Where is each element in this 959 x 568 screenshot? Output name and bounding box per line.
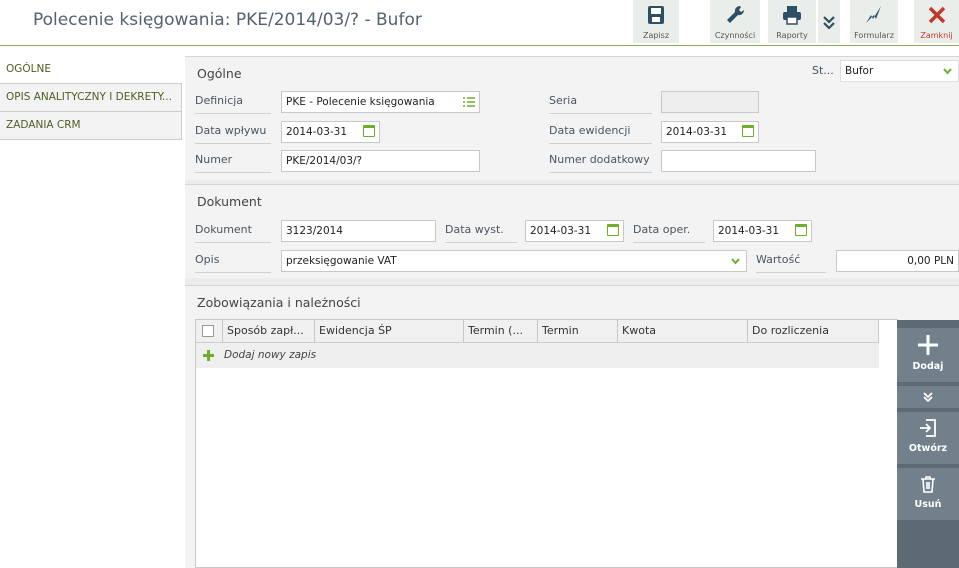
data-oper-value: 2014-03-31 [718,225,780,237]
save-icon [648,6,664,24]
opis-value: przeksięgowanie VAT [286,255,397,267]
actions-label: Czynności [714,31,756,40]
data-wplywu-label: Data wpływu [195,120,271,144]
more-actions-button[interactable] [818,0,840,43]
data-wyst-value: 2014-03-31 [530,225,592,237]
calendar-icon[interactable] [795,224,807,236]
list-icon [463,97,475,107]
column-header[interactable]: Ewidencja ŚP [315,320,464,342]
document-panel: Dokument Dokument 3123/2014 Data wyst. 2… [185,184,959,278]
data-ewidencji-value: 2014-03-31 [666,126,728,138]
main-content: Ogólne St... Bufor Definicja PKE - Polec… [185,56,959,568]
add-label: Dodaj [912,361,944,372]
sidebar-item-analytics[interactable]: OPIS ANALITYCZNY I DEKRETY... [0,84,182,112]
add-new-row[interactable]: Dodaj nowy zapis [196,343,879,368]
select-all-column[interactable] [196,320,223,342]
data-wplywu-field[interactable]: 2014-03-31 [281,121,380,143]
data-wyst-field[interactable]: 2014-03-31 [525,220,624,242]
data-oper-label: Data oper. [633,219,705,243]
seria-label: Seria [549,90,652,114]
wartosc-label: Wartość [756,249,826,273]
column-header[interactable]: Termin [538,320,618,342]
sidebar-item-crm-tasks[interactable]: ZADANIA CRM [0,112,182,140]
column-header[interactable]: Kwota [618,320,748,342]
printer-icon [783,6,801,25]
window-title: Polecenie księgowania: PKE/2014/03/? - B… [33,10,422,30]
close-button[interactable]: Zamknij [914,0,959,43]
plus-icon [203,350,214,361]
wartosc-field[interactable]: 0,00 PLN [836,250,959,272]
document-title: Dokument [197,194,262,209]
definicja-value: PKE - Polecenie księgowania [286,96,435,108]
numer-dodatkowy-field[interactable] [661,150,816,172]
select-all-checkbox[interactable] [202,325,214,337]
numer-dodatkowy-label: Numer dodatkowy [549,149,652,173]
chevron-double-down-icon [823,16,835,30]
table-header: Sposób zapł... Ewidencja ŚP Termin (... … [196,320,879,343]
reports-button[interactable]: Raporty [768,0,816,43]
close-icon [928,6,945,24]
general-panel: Ogólne St... Bufor Definicja PKE - Polec… [185,56,959,180]
data-ewidencji-field[interactable]: 2014-03-31 [661,121,759,143]
column-header[interactable]: Termin (... [464,320,538,342]
opis-label: Opis [195,249,271,273]
obligations-title: Zobowiązania i należności [197,295,361,310]
numer-label: Numer [195,149,271,173]
opis-select[interactable]: przeksięgowanie VAT [281,250,747,272]
actions-button[interactable]: Czynności [710,0,760,43]
status-value: Bufor [845,65,874,77]
calendar-icon[interactable] [363,125,375,137]
calendar-icon[interactable] [742,125,754,137]
definicja-label: Definicja [195,90,271,114]
wrench-icon [727,5,745,23]
numer-field[interactable]: PKE/2014/03/? [281,150,480,172]
sidebar-item-general[interactable]: OGÓLNE [0,56,182,84]
reports-label: Raporty [776,31,808,40]
sidebar: OGÓLNE OPIS ANALITYCZNY I DEKRETY... ZAD… [0,56,182,140]
chevron-down-icon [731,258,740,265]
open-icon [920,419,936,437]
seria-field[interactable] [661,91,759,113]
form-button[interactable]: Formularz [850,0,898,43]
definicja-field[interactable]: PKE - Polecenie księgowania [281,91,480,113]
open-label: Otwórz [908,443,948,454]
dokument-label: Dokument [195,219,271,243]
data-wyst-label: Data wyst. [445,219,517,243]
signature-icon [866,6,881,23]
obligations-table: Sposób zapł... Ewidencja ŚP Termin (... … [195,319,898,568]
chevron-double-down-icon [923,392,933,403]
status-select[interactable]: Bufor [840,60,959,82]
calendar-icon[interactable] [607,224,619,236]
trash-icon [921,476,935,493]
column-header[interactable]: Do rozliczenia [748,320,879,342]
data-wplywu-value: 2014-03-31 [286,126,348,138]
add-button[interactable]: Dodaj [897,328,959,382]
expand-button[interactable] [897,386,959,408]
data-ewidencji-label: Data ewidencji [549,120,652,144]
column-header[interactable]: Sposób zapł... [223,320,315,342]
chevron-down-icon [943,68,952,75]
delete-label: Usuń [914,499,942,510]
action-side-panel: Dodaj Otwórz Usuń [897,320,959,568]
save-label: Zapisz [642,31,670,40]
status-label: St... [812,64,834,77]
save-button[interactable]: Zapisz [633,0,679,43]
close-label: Zamknij [920,31,953,40]
form-label: Formularz [854,31,894,40]
data-oper-field[interactable]: 2014-03-31 [713,220,812,242]
title-bar: Polecenie księgowania: PKE/2014/03/? - B… [0,0,959,46]
open-button[interactable]: Otwórz [897,412,959,464]
general-title: Ogólne [197,66,242,81]
dokument-field[interactable]: 3123/2014 [281,220,436,242]
delete-button[interactable]: Usuń [897,468,959,520]
add-row-label: Dodaj nowy zapis [224,349,317,361]
plus-icon [918,335,938,355]
